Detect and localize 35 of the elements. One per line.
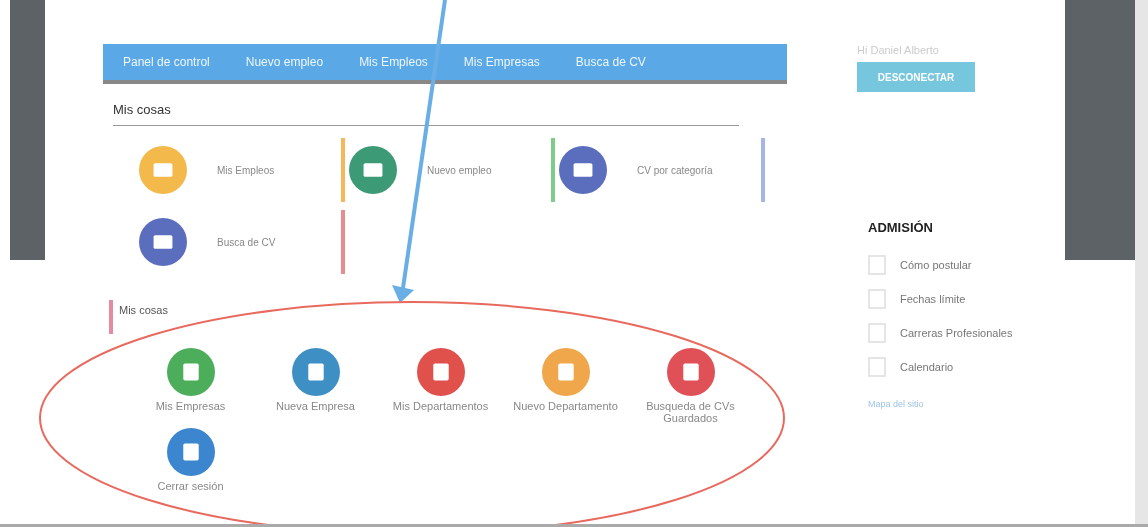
sidebar-link[interactable]: Fechas límite <box>868 289 1018 309</box>
nav-link[interactable]: Mis Empleos <box>359 55 428 69</box>
nav-link[interactable]: Panel de control <box>123 55 210 69</box>
sidebar-link[interactable]: Cómo postular <box>868 255 1018 275</box>
nav-link[interactable]: Mis Empresas <box>463 55 540 69</box>
shortcut-tile[interactable]: Mis Empleos <box>139 146 275 194</box>
shortcut-tile[interactable]: Cerrar sesión <box>128 428 253 492</box>
shortcut-tile[interactable]: Mis Departamentos <box>378 348 503 424</box>
shortcut-tile[interactable]: CV por categoría <box>559 146 713 194</box>
nav-link[interactable]: Nuevo empleo <box>245 55 324 69</box>
shortcut-tile[interactable]: Mis Empresas <box>128 348 253 424</box>
tile-label: Nuevo Departamento <box>512 400 619 412</box>
tile-label: Busqueda de CVs Guardados <box>645 400 736 424</box>
sidebar-title: ADMISIÓN <box>868 220 934 235</box>
tile-label: Mis Empresas <box>154 400 227 412</box>
tile-label: Nueva Empresa <box>275 400 356 412</box>
sidebar-link[interactable]: Carreras Profesionales <box>868 323 1018 343</box>
document-icon <box>868 323 886 343</box>
scrollbar[interactable] <box>1135 0 1148 524</box>
tile-label: Cerrar sesión <box>156 480 225 492</box>
logout-button[interactable]: DESCONECTAR <box>857 62 975 92</box>
tile-label: Mis Departamentos <box>391 400 490 412</box>
section-title: Mis cosas <box>119 304 168 316</box>
nav-link[interactable]: Busca de CV <box>575 55 646 69</box>
document-icon <box>868 357 886 377</box>
shortcut-tile[interactable]: Nueva Empresa <box>253 348 378 424</box>
shortcut-tile[interactable]: Busca de CV <box>139 218 276 266</box>
sidebar-link[interactable]: Calendario <box>868 357 1018 377</box>
section-title: Mis cosas <box>113 102 739 126</box>
sitemap-link[interactable]: Mapa del sitio <box>868 399 1018 409</box>
shortcut-tile[interactable]: Busqueda de CVs Guardados <box>628 348 753 424</box>
document-icon <box>868 289 886 309</box>
shortcut-tile[interactable]: Nuevo empleo <box>349 146 492 194</box>
shortcut-tile[interactable]: Nuevo Departamento <box>503 348 628 424</box>
document-icon <box>868 255 886 275</box>
